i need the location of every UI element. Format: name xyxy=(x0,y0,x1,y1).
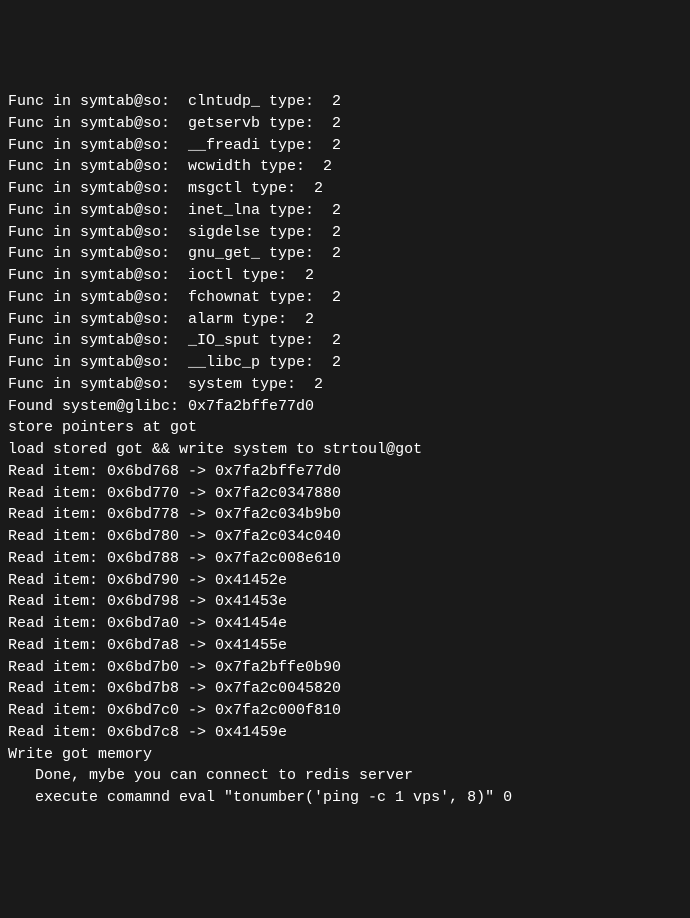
terminal-line: Read item: 0x6bd790 -> 0x41452e xyxy=(8,570,682,592)
terminal-line: Read item: 0x6bd770 -> 0x7fa2c0347880 xyxy=(8,483,682,505)
terminal-line: Read item: 0x6bd778 -> 0x7fa2c034b9b0 xyxy=(8,504,682,526)
terminal-line: Read item: 0x6bd7c0 -> 0x7fa2c000f810 xyxy=(8,700,682,722)
terminal-line: Func in symtab@so: system type: 2 xyxy=(8,374,682,396)
terminal-line: Read item: 0x6bd798 -> 0x41453e xyxy=(8,591,682,613)
terminal-line: Func in symtab@so: ioctl type: 2 xyxy=(8,265,682,287)
terminal-line: store pointers at got xyxy=(8,417,682,439)
terminal-line: Read item: 0x6bd7a0 -> 0x41454e xyxy=(8,613,682,635)
terminal-line: Func in symtab@so: _IO_sput type: 2 xyxy=(8,330,682,352)
terminal-line: Func in symtab@so: sigdelse type: 2 xyxy=(8,222,682,244)
terminal-line: Read item: 0x6bd780 -> 0x7fa2c034c040 xyxy=(8,526,682,548)
terminal-line: Read item: 0x6bd7b8 -> 0x7fa2c0045820 xyxy=(8,678,682,700)
terminal-line: Read item: 0x6bd788 -> 0x7fa2c008e610 xyxy=(8,548,682,570)
terminal-line: Func in symtab@so: __freadi type: 2 xyxy=(8,135,682,157)
terminal-line: Read item: 0x6bd7a8 -> 0x41455e xyxy=(8,635,682,657)
terminal-line: Func in symtab@so: getservb type: 2 xyxy=(8,113,682,135)
terminal-line: Func in symtab@so: __libc_p type: 2 xyxy=(8,352,682,374)
terminal-line: Func in symtab@so: fchownat type: 2 xyxy=(8,287,682,309)
terminal-line: Func in symtab@so: gnu_get_ type: 2 xyxy=(8,243,682,265)
terminal-line: Func in symtab@so: alarm type: 2 xyxy=(8,309,682,331)
terminal-line: Read item: 0x6bd7c8 -> 0x41459e xyxy=(8,722,682,744)
terminal-output: Func in symtab@so: clntudp_ type: 2Func … xyxy=(8,91,682,809)
terminal-line: Func in symtab@so: msgctl type: 2 xyxy=(8,178,682,200)
terminal-line: Func in symtab@so: wcwidth type: 2 xyxy=(8,156,682,178)
terminal-line: Read item: 0x6bd7b0 -> 0x7fa2bffe0b90 xyxy=(8,657,682,679)
terminal-line: load stored got && write system to strto… xyxy=(8,439,682,461)
terminal-line: Write got memory xyxy=(8,744,682,766)
terminal-line: Found system@glibc: 0x7fa2bffe77d0 xyxy=(8,396,682,418)
terminal-line: Read item: 0x6bd768 -> 0x7fa2bffe77d0 xyxy=(8,461,682,483)
terminal-line: execute comamnd eval "tonumber('ping -c … xyxy=(8,787,682,809)
terminal-line: Func in symtab@so: inet_lna type: 2 xyxy=(8,200,682,222)
terminal-line: Done, mybe you can connect to redis serv… xyxy=(8,765,682,787)
terminal-line: Func in symtab@so: clntudp_ type: 2 xyxy=(8,91,682,113)
